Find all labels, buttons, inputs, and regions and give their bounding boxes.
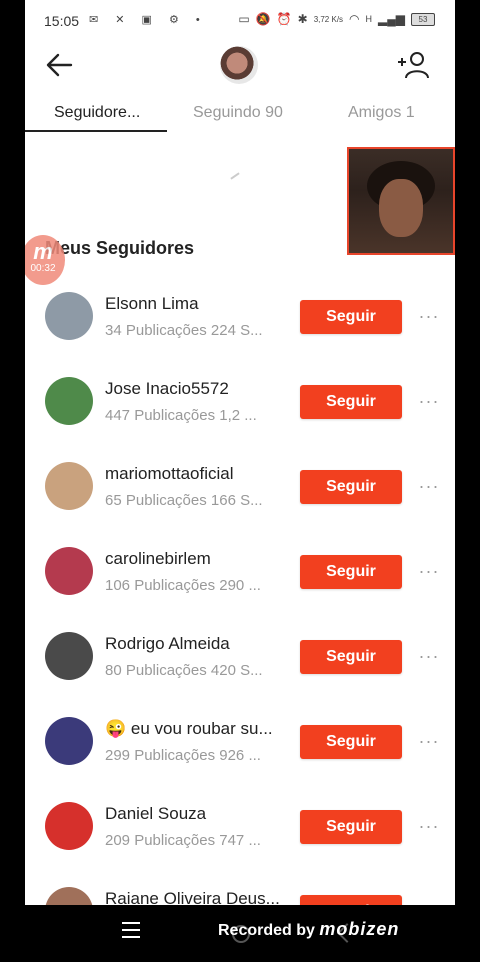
more-options-icon[interactable]: ···	[418, 727, 440, 755]
bluetooth-icon: ✱	[297, 12, 308, 26]
list-item[interactable]: Daniel Souza 209 Publicações 747 ... Seg…	[25, 792, 455, 877]
follower-name[interactable]: Raiane Oliveira Deus...	[105, 889, 285, 905]
add-user-button[interactable]	[397, 50, 431, 80]
active-tab-indicator	[25, 130, 167, 132]
list-item[interactable]: Raiane Oliveira Deus... Seguir	[25, 877, 455, 905]
follower-stats: 80 Publicações 420 S...	[105, 662, 263, 679]
more-options-icon[interactable]: ···	[418, 642, 440, 670]
list-item[interactable]: mariomottaoficial 65 Publicações 166 S..…	[25, 452, 455, 537]
network-speed: 3,72 K/s	[313, 14, 344, 24]
avatar[interactable]	[45, 377, 93, 425]
recent-apps-icon[interactable]	[122, 922, 140, 942]
recorder-logo-icon: m	[33, 239, 53, 264]
recorder-brand: mobizen	[319, 919, 400, 939]
list-item[interactable]: Elsonn Lima 34 Publicações 224 S... Segu…	[25, 282, 455, 367]
more-options-icon[interactable]: ···	[418, 472, 440, 500]
avatar[interactable]	[45, 462, 93, 510]
profile-avatar[interactable]	[220, 46, 258, 84]
follow-button[interactable]: Seguir	[300, 725, 402, 759]
more-options-icon[interactable]: ···	[418, 302, 440, 330]
follower-name[interactable]: mariomottaoficial	[105, 464, 285, 484]
follower-name[interactable]: Rodrigo Almeida	[105, 634, 285, 654]
recording-badge[interactable]: m 00:32	[25, 235, 65, 285]
recorder-text: Recorded by	[218, 922, 315, 939]
status-bar: 15:05 ✉ ✕ ▣ ⚙ • ▭ 🔕 ⏰ ✱ 3,72 K/s ◠ H ▂▄▆…	[25, 0, 455, 40]
follower-stats: 34 Publicações 224 S...	[105, 322, 263, 339]
follower-stats: 299 Publicações 926 ...	[105, 747, 261, 764]
follower-name[interactable]: carolinebirlem	[105, 549, 285, 569]
follow-button[interactable]: Seguir	[300, 640, 402, 674]
avatar[interactable]	[45, 802, 93, 850]
status-time: 15:05	[44, 13, 80, 29]
back-button[interactable]	[43, 48, 77, 82]
camera-preview-face	[379, 179, 423, 237]
list-item[interactable]: Rodrigo Almeida 80 Publicações 420 S... …	[25, 622, 455, 707]
tab-bar: Seguidore... Seguindo 90 Amigos 1	[25, 96, 455, 132]
wifi-icon: ◠	[349, 12, 360, 26]
follower-stats: 209 Publicações 747 ...	[105, 832, 261, 849]
follower-stats: 106 Publicações 290 ...	[105, 577, 261, 594]
tab-followers[interactable]: Seguidore...	[54, 104, 140, 122]
avatar[interactable]	[45, 632, 93, 680]
section-title: Meus Seguidores	[45, 238, 195, 258]
battery-icon: 53	[411, 12, 435, 26]
tab-following[interactable]: Seguindo 90	[193, 104, 283, 122]
follow-button[interactable]: Seguir	[300, 895, 402, 905]
more-options-icon[interactable]: ···	[418, 812, 440, 840]
list-item[interactable]: carolinebirlem 106 Publicações 290 ... S…	[25, 537, 455, 622]
follower-name[interactable]: Daniel Souza	[105, 804, 285, 824]
tab-friends[interactable]: Amigos 1	[348, 104, 415, 122]
system-icons: ▭ 🔕 ⏰ ✱ 3,72 K/s ◠ H ▂▄▆ 53	[238, 12, 435, 26]
recorder-watermark: Recorded by mobizen	[218, 919, 399, 940]
more-options-icon[interactable]: ···	[418, 387, 440, 415]
mute-icon: 🔕	[255, 12, 271, 26]
follower-stats: 65 Publicações 166 S...	[105, 492, 263, 509]
avatar[interactable]	[45, 292, 93, 340]
list-item[interactable]: 😜 eu vou roubar su... 299 Publicações 92…	[25, 707, 455, 792]
follower-name[interactable]: Elsonn Lima	[105, 294, 285, 314]
arrow-left-icon	[46, 53, 73, 77]
follower-stats: 447 Publicações 1,2 ...	[105, 407, 257, 424]
follow-button[interactable]: Seguir	[300, 385, 402, 419]
follow-button[interactable]: Seguir	[300, 470, 402, 504]
network-type: H	[365, 14, 373, 24]
loading-indicator	[230, 172, 240, 180]
follow-button[interactable]: Seguir	[300, 555, 402, 589]
avatar[interactable]	[45, 547, 93, 595]
follow-button[interactable]: Seguir	[300, 810, 402, 844]
follower-name[interactable]: 😜 eu vou roubar su...	[105, 719, 285, 739]
more-options-icon[interactable]: ···	[418, 557, 440, 585]
cast-icon: ▭	[238, 12, 250, 26]
alarm-icon: ⏰	[276, 12, 292, 26]
notification-icons: ✉ ✕ ▣ ⚙ •	[89, 14, 207, 26]
list-item[interactable]: Jose Inacio5572 447 Publicações 1,2 ... …	[25, 367, 455, 452]
camera-preview-overlay[interactable]	[347, 147, 455, 255]
avatar[interactable]	[45, 717, 93, 765]
add-user-icon	[398, 52, 429, 79]
phone-screen: 15:05 ✉ ✕ ▣ ⚙ • ▭ 🔕 ⏰ ✱ 3,72 K/s ◠ H ▂▄▆…	[25, 0, 455, 905]
follow-button[interactable]: Seguir	[300, 300, 402, 334]
signal-icon: ▂▄▆	[378, 12, 405, 26]
follower-name[interactable]: Jose Inacio5572	[105, 379, 285, 399]
avatar[interactable]	[45, 887, 93, 905]
recording-time: 00:32	[30, 263, 56, 274]
